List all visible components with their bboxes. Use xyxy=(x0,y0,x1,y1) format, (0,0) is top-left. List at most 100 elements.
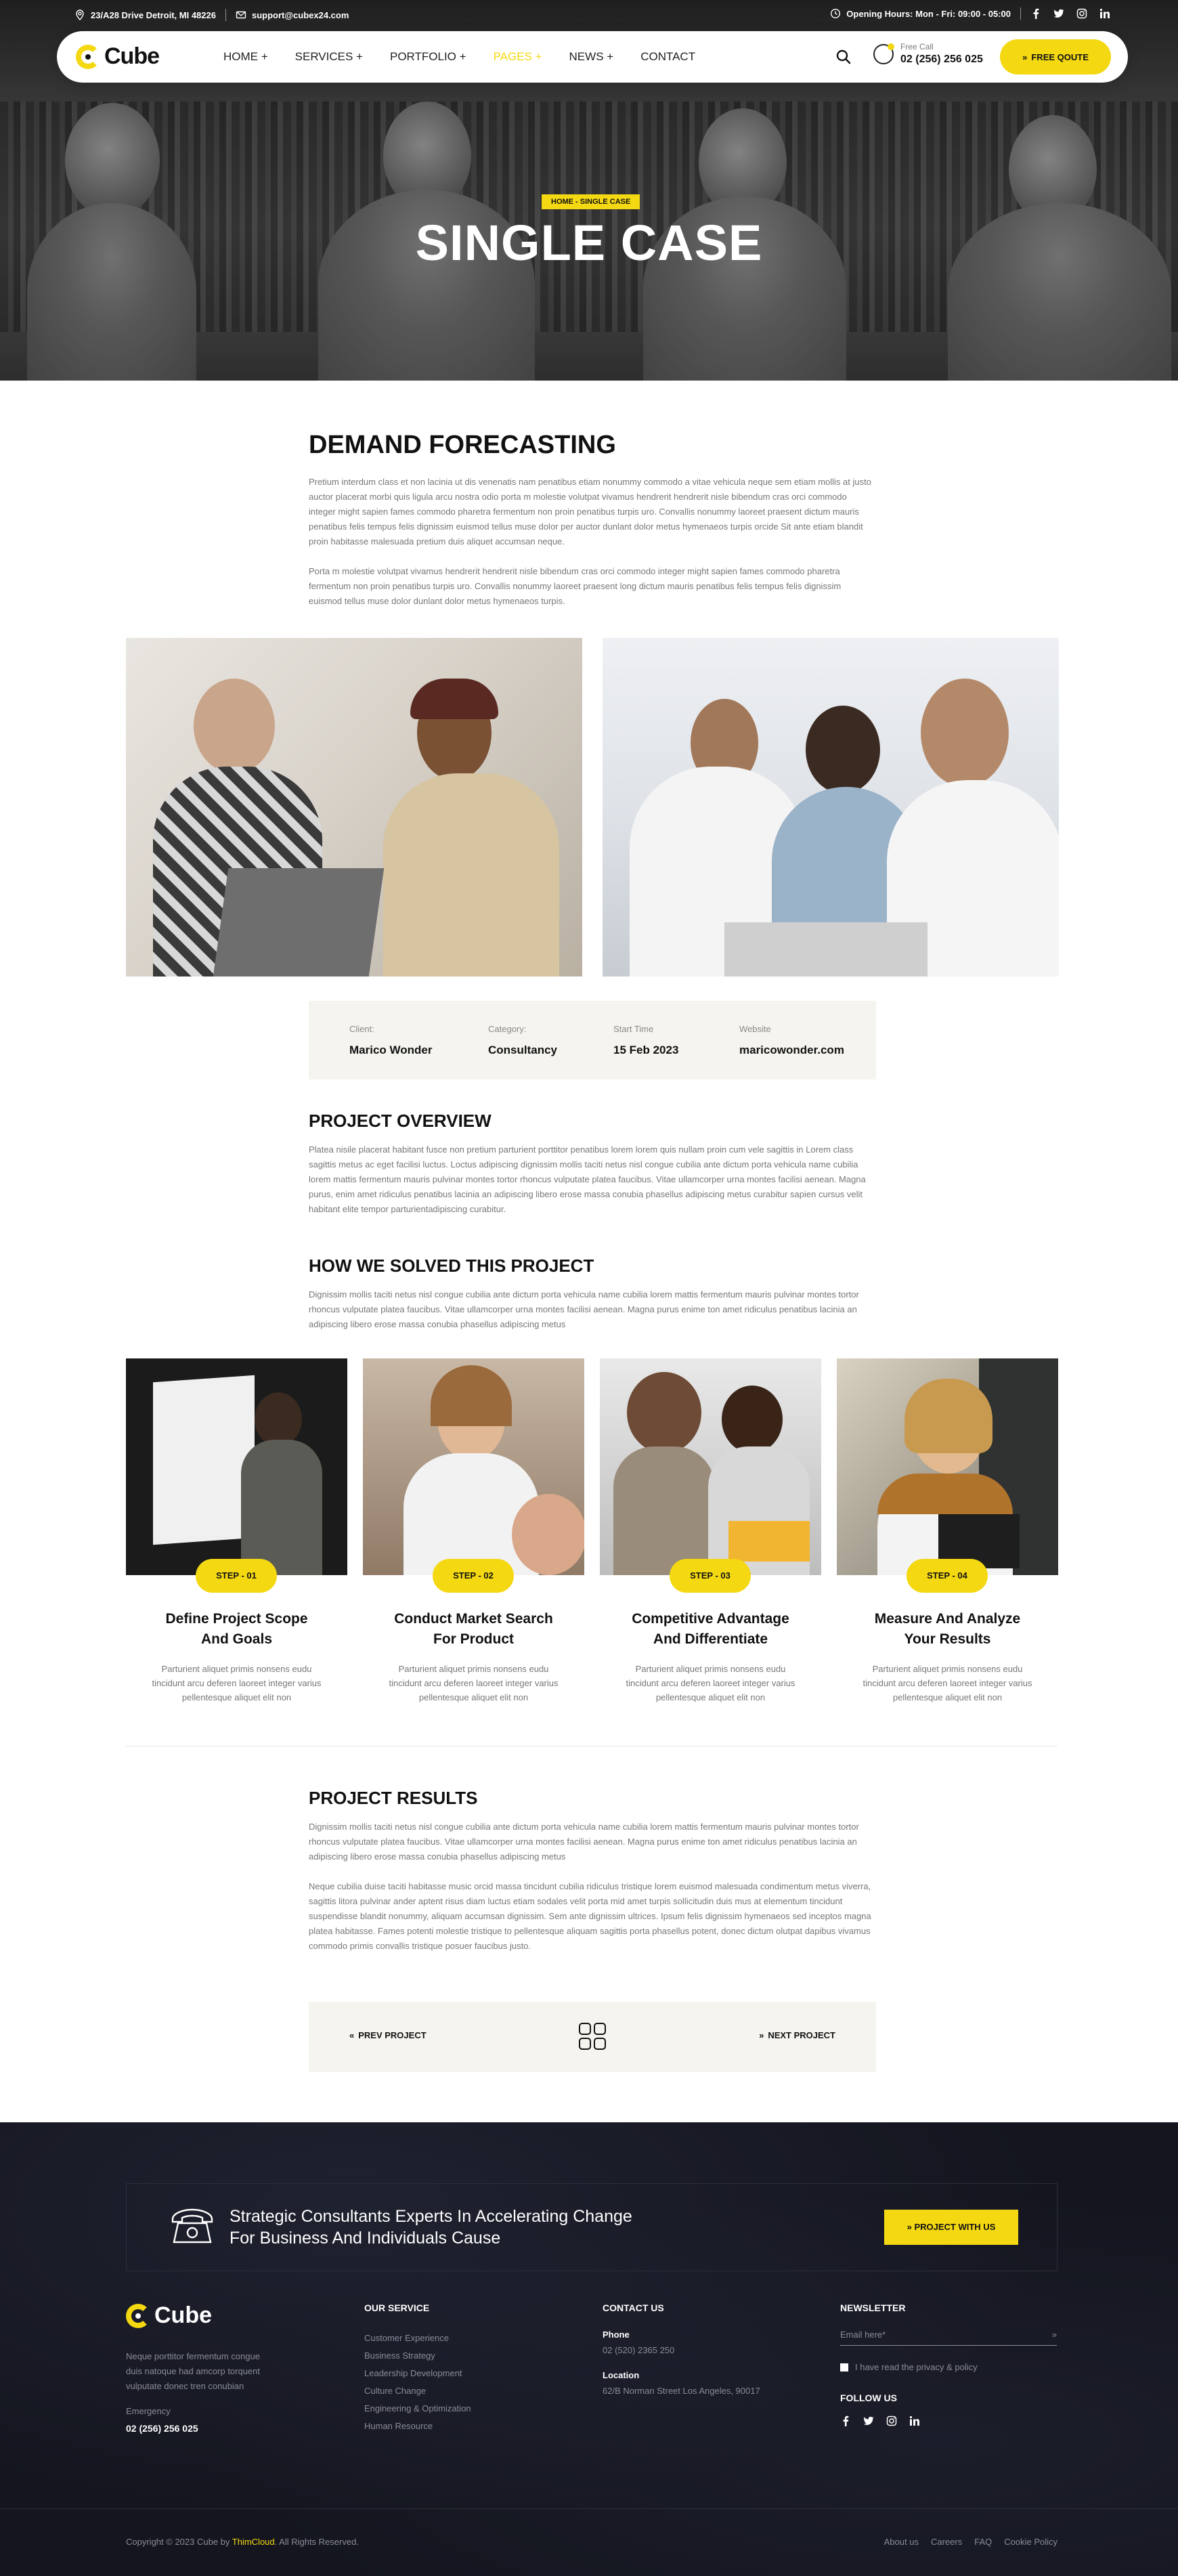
topbar-divider xyxy=(1020,7,1021,20)
copyright-post: . All Rights Reserved. xyxy=(274,2537,359,2547)
step-title-2-line-2: For Product xyxy=(433,1631,514,1647)
copyright-brand[interactable]: ThimCloud xyxy=(232,2537,275,2547)
logo-text: Cube xyxy=(104,43,160,69)
footer-divider xyxy=(0,2508,1178,2509)
info-start-value: 15 Feb 2023 xyxy=(613,1044,679,1056)
contact-title: CONTACT US xyxy=(603,2302,664,2313)
linkedin-icon[interactable] xyxy=(909,2416,920,2426)
info-category-label: Category: xyxy=(488,1024,527,1034)
nav-item-portfolio[interactable]: PORTFOLIO + xyxy=(390,50,466,64)
call-number: 02 (256) 256 025 xyxy=(900,53,983,65)
project-with-us-button[interactable]: » PROJECT WITH US xyxy=(884,2210,1018,2245)
info-website-label: Website xyxy=(739,1024,771,1034)
nav-item-contact[interactable]: CONTACT xyxy=(640,50,695,64)
intro-paragraph-1: Pretium interdum class et non lacinia ut… xyxy=(309,477,871,546)
telephone-icon xyxy=(171,2208,213,2244)
privacy-label: I have read the privacy & policy xyxy=(855,2362,978,2372)
nav-item-home[interactable]: HOME + xyxy=(223,50,268,64)
results-title: PROJECT RESULTS xyxy=(309,1788,478,1808)
step-image-4 xyxy=(837,1358,1058,1575)
step-text-2: Parturient aliquet primis nonsens eudu t… xyxy=(389,1664,559,1702)
twitter-icon[interactable] xyxy=(863,2416,874,2426)
step-badge-3: STEP - 03 xyxy=(670,1559,751,1593)
footer-logo-text: Cube xyxy=(154,2302,212,2328)
info-start-label: Start Time xyxy=(613,1024,654,1034)
step-card-1 xyxy=(126,1358,347,1575)
logo-icon xyxy=(76,44,100,69)
step-title-4-line-1: Measure And Analyze xyxy=(874,1611,1021,1627)
step-badge-1: STEP - 01 xyxy=(196,1559,277,1593)
phone-icon xyxy=(873,43,894,64)
free-quote-button[interactable]: » FREE QOUTE xyxy=(1000,39,1111,74)
instagram-icon[interactable] xyxy=(886,2416,897,2426)
step-title-4: Measure And Analyze Your Results xyxy=(837,1609,1058,1650)
prev-project-label: PREV PROJECT xyxy=(358,2030,427,2040)
nav-item-pages[interactable]: PAGES + xyxy=(494,50,542,64)
topbar-email[interactable]: support@cubex24.com xyxy=(252,10,349,20)
step-title-1-line-2: And Goals xyxy=(200,1631,272,1647)
newsletter-email-input[interactable]: Email here* » xyxy=(840,2330,1057,2346)
linkedin-icon[interactable] xyxy=(1099,8,1110,19)
step-card-2 xyxy=(363,1358,584,1575)
project-navigation: « PREV PROJECT » NEXT PROJECT xyxy=(309,2002,876,2072)
intro-section: DEMAND FORECASTING Pretium interdum clas… xyxy=(309,431,876,609)
call-label: Free Call xyxy=(900,42,934,51)
twitter-icon[interactable] xyxy=(1053,8,1064,19)
double-arrow-icon: » xyxy=(1022,51,1028,62)
breadcrumb: HOME - SINGLE CASE xyxy=(542,194,640,209)
next-project-link[interactable]: » NEXT PROJECT xyxy=(759,2030,835,2040)
service-link-4[interactable]: Culture Change xyxy=(364,2382,471,2400)
service-link-1[interactable]: Customer Experience xyxy=(364,2330,471,2347)
nav-item-services[interactable]: SERVICES + xyxy=(295,50,363,64)
free-call[interactable]: Free Call 02 (256) 256 025 xyxy=(873,42,983,66)
overview-title: PROJECT OVERVIEW xyxy=(309,1111,492,1131)
step-title-4-line-2: Your Results xyxy=(904,1631,991,1647)
grid-icon[interactable] xyxy=(578,2022,607,2051)
phone-value[interactable]: 02 (520) 2365 250 xyxy=(603,2345,760,2355)
cta-text: Strategic Consultants Experts In Acceler… xyxy=(230,2206,632,2249)
footer-newsletter: NEWSLETTER Email here* » I have read the… xyxy=(840,2302,1057,2426)
footer-contact: CONTACT US Phone 02 (520) 2365 250 Locat… xyxy=(603,2302,760,2411)
service-link-5[interactable]: Engineering & Optimization xyxy=(364,2400,471,2418)
info-client-value: Marico Wonder xyxy=(349,1044,433,1056)
prev-project-link[interactable]: « PREV PROJECT xyxy=(349,2030,427,2040)
footer-services: OUR SERVICE Customer Experience Business… xyxy=(364,2302,471,2435)
step-title-1: Define Project Scope And Goals xyxy=(126,1609,347,1650)
footer-link-about[interactable]: About us xyxy=(884,2537,919,2547)
footer-logo[interactable]: Cube xyxy=(126,2302,268,2329)
facebook-icon[interactable] xyxy=(1030,8,1041,19)
clock-icon xyxy=(831,8,841,19)
service-link-2[interactable]: Business Strategy xyxy=(364,2347,471,2365)
footer-cta: Strategic Consultants Experts In Acceler… xyxy=(126,2183,1057,2271)
cta-line-1: Strategic Consultants Experts In Acceler… xyxy=(230,2207,632,2226)
logo-icon xyxy=(126,2303,150,2328)
step-image-3 xyxy=(600,1358,821,1575)
info-website-value[interactable]: maricowonder.com xyxy=(739,1044,844,1057)
checkbox-box[interactable] xyxy=(840,2363,848,2371)
site-logo[interactable]: Cube xyxy=(76,43,160,70)
intro-title: DEMAND FORECASTING xyxy=(309,431,616,459)
footer-bottom-links: About us Careers FAQ Cookie Policy xyxy=(884,2537,1057,2547)
footer-link-faq[interactable]: FAQ xyxy=(974,2537,992,2547)
footer-link-careers[interactable]: Careers xyxy=(931,2537,962,2547)
nav-menu: HOME + SERVICES + PORTFOLIO + PAGES + NE… xyxy=(223,31,695,83)
emergency-number[interactable]: 02 (256) 256 025 xyxy=(126,2423,268,2434)
free-quote-label: FREE QOUTE xyxy=(1031,51,1089,62)
location-label: Location xyxy=(603,2370,640,2380)
instagram-icon[interactable] xyxy=(1076,8,1087,19)
step-badge-4: STEP - 04 xyxy=(907,1559,988,1593)
footer-about: Cube Neque porttitor fermentum congue du… xyxy=(126,2302,268,2434)
send-arrow-icon[interactable]: » xyxy=(1052,2330,1057,2340)
email-placeholder: Email here* xyxy=(840,2330,886,2340)
case-image-1 xyxy=(126,638,582,976)
service-link-3[interactable]: Leadership Development xyxy=(364,2365,471,2382)
facebook-icon[interactable] xyxy=(840,2416,851,2426)
privacy-checkbox[interactable]: I have read the privacy & policy xyxy=(840,2362,1057,2372)
project-info-box: Client: Marico Wonder Category: Consulta… xyxy=(309,1001,876,1079)
cta-button-label: PROJECT WITH US xyxy=(914,2222,996,2232)
footer-link-cookie[interactable]: Cookie Policy xyxy=(1004,2537,1057,2547)
service-link-6[interactable]: Human Resource xyxy=(364,2418,471,2435)
nav-item-news[interactable]: NEWS + xyxy=(569,50,614,64)
page-title: SINGLE CASE xyxy=(415,215,763,271)
search-icon[interactable] xyxy=(835,49,852,65)
